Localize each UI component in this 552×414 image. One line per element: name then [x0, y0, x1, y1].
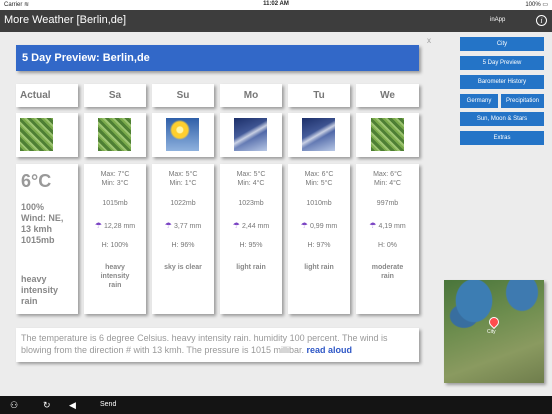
heavy-rain-icon	[98, 118, 131, 151]
pressure: 997mb	[376, 200, 399, 207]
clock: 11:02 AM	[263, 1, 289, 7]
min-temp: Min: 5°C	[305, 180, 333, 187]
precipitation-button[interactable]: Precipitation	[501, 94, 544, 108]
day-icon-box	[288, 113, 350, 157]
precipitation: ☂ 0,99 mm	[300, 221, 338, 230]
bottom-toolbar: ⚇ ↻ ◀ Send	[0, 396, 552, 414]
barometer-history-button[interactable]: Barometer History	[460, 75, 544, 89]
pressure: 1023mb	[238, 200, 264, 207]
humidity: H: 100%	[101, 242, 129, 249]
moderate-rain-icon	[370, 118, 404, 151]
description: light rain	[304, 264, 334, 271]
max-temp: Max: 7°C	[100, 171, 130, 178]
umbrella-icon: ☂	[164, 221, 172, 230]
precipitation: ☂ 3,77 mm	[164, 221, 202, 230]
precipitation: ☂ 12,28 mm	[94, 221, 136, 230]
pressure: 1010mb	[306, 200, 332, 207]
actual-wind: Wind: NE,	[21, 213, 64, 223]
day-header-tu: Tu	[288, 84, 350, 107]
clear-sky-icon	[166, 118, 199, 151]
day-body-su: Max: 5°C Min: 1°C 1022mb ☂ 3,77 mm H: 96%…	[152, 164, 214, 314]
precipitation: ☂ 4,19 mm	[369, 221, 406, 230]
day-body-sa: Max: 7°C Min: 3°C 1015mb ☂ 12,28 mm H: 10…	[84, 164, 146, 314]
pressure: 1015mb	[102, 200, 128, 207]
battery-indicator: 100% ▭	[525, 2, 548, 8]
max-temp: Max: 5°C	[168, 171, 198, 178]
pressure: 1022mb	[170, 200, 196, 207]
min-temp: Min: 4°C	[237, 180, 265, 187]
info-icon[interactable]: i	[536, 15, 547, 26]
day-icon-box	[220, 113, 282, 157]
precipitation: ☂ 2,44 mm	[232, 221, 270, 230]
day-body-mo: Max: 5°C Min: 4°C 1023mb ☂ 2,44 mm H: 95%…	[220, 164, 282, 314]
actual-wind-speed: 13 kmh	[21, 224, 53, 234]
humidity: H: 95%	[239, 242, 263, 249]
page-title: More Weather [Berlin,de]	[4, 14, 127, 26]
actual-body: 6°C 100% Wind: NE, 13 kmh 1015mb heavy i…	[16, 164, 78, 314]
min-temp: Min: 4°C	[374, 180, 401, 187]
light-rain-icon	[302, 118, 335, 151]
day-header-we: We	[356, 84, 419, 107]
description: light rain	[236, 264, 266, 271]
description: moderate rain	[371, 264, 404, 280]
umbrella-icon: ☂	[300, 221, 308, 230]
read-aloud-link[interactable]: read aloud	[306, 345, 352, 355]
send-button[interactable]: Send	[100, 401, 116, 408]
weather-summary: The temperature is 6 degree Celsius. hea…	[16, 328, 419, 362]
actual-humidity: 100%	[21, 202, 45, 212]
day-icon-box	[356, 113, 419, 157]
map-pin-label: City	[487, 329, 496, 335]
humidity: H: 0%	[377, 242, 398, 249]
umbrella-icon: ☂	[369, 221, 377, 230]
actual-details: 100% Wind: NE, 13 kmh 1015mb	[21, 202, 63, 246]
description: sky is clear	[164, 264, 202, 271]
close-icon[interactable]: x	[427, 36, 431, 45]
humidity: H: 97%	[307, 242, 331, 249]
back-icon[interactable]: ◀	[69, 400, 76, 411]
day-header-su: Su	[152, 84, 214, 107]
actual-temperature: 6°C	[21, 171, 52, 191]
actual-pressure: 1015mb	[21, 235, 55, 245]
sun-moon-stars-button[interactable]: Sun, Moon & Stars	[460, 112, 544, 126]
umbrella-icon: ☂	[232, 221, 240, 230]
day-body-tu: Max: 6°C Min: 5°C 1010mb ☂ 0,99 mm H: 97%…	[288, 164, 350, 314]
actual-icon-box	[16, 113, 78, 157]
day-header-sa: Sa	[84, 84, 146, 107]
preview-header: 5 Day Preview: Berlin,de	[16, 45, 419, 71]
actual-description: heavy intensity rain	[21, 274, 59, 306]
heavy-rain-icon	[20, 118, 53, 151]
inapp-button[interactable]: inApp	[490, 17, 505, 23]
max-temp: Max: 5°C	[236, 171, 266, 178]
map-pin-icon[interactable]	[486, 314, 502, 330]
location-map[interactable]: City	[444, 280, 544, 383]
actual-header: Actual	[16, 84, 78, 107]
description: heavy intensity rain	[100, 264, 130, 289]
max-temp: Max: 6°C	[373, 171, 402, 178]
light-rain-icon	[234, 118, 267, 151]
day-icon-box	[84, 113, 146, 157]
five-day-preview-button[interactable]: 5 Day Preview	[460, 56, 544, 70]
extras-button[interactable]: Extras	[460, 131, 544, 145]
day-header-mo: Mo	[220, 84, 282, 107]
max-temp: Max: 6°C	[304, 171, 334, 178]
nav-bar: More Weather [Berlin,de] inApp i	[0, 10, 552, 32]
min-temp: Min: 1°C	[169, 180, 197, 187]
share-icon[interactable]: ⚇	[10, 400, 18, 411]
day-icon-box	[152, 113, 214, 157]
city-button[interactable]: City	[460, 37, 544, 51]
refresh-icon[interactable]: ↻	[43, 400, 51, 411]
min-temp: Min: 3°C	[101, 180, 129, 187]
humidity: H: 96%	[171, 242, 195, 249]
germany-button[interactable]: Germany	[460, 94, 498, 108]
day-body-we: Max: 6°C Min: 4°C 997mb ☂ 4,19 mm H: 0% m…	[356, 164, 419, 314]
umbrella-icon: ☂	[94, 221, 103, 230]
status-bar: Carrier ≋ 11:02 AM 100% ▭	[0, 0, 552, 10]
